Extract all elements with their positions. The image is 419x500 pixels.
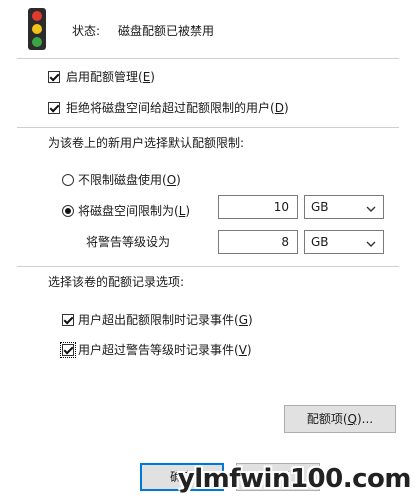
no-limit-label: 不限制磁盘使用( — [78, 173, 167, 187]
access-key: D — [274, 101, 284, 115]
traffic-light-icon — [27, 8, 47, 50]
no-limit-radio[interactable] — [62, 174, 74, 186]
divider — [17, 127, 399, 128]
limit-disk-radio[interactable] — [62, 205, 74, 217]
chevron-down-icon — [365, 200, 377, 212]
access-key: V — [238, 343, 247, 357]
limit-unit-value: GB — [311, 200, 329, 214]
access-key: G — [238, 313, 248, 327]
access-key: Q — [347, 412, 357, 426]
default-limit-heading: 为该卷上的新用户选择默认配额限制: — [48, 136, 245, 150]
log-over-limit-label: 用户超出配额限制时记录事件( — [78, 313, 239, 327]
deny-space-checkbox[interactable] — [48, 102, 60, 114]
limit-disk-label: 将磁盘空间限制为( — [78, 204, 179, 218]
status-label: 状态: — [72, 24, 101, 38]
warning-level-label: 将警告等级设为 — [86, 235, 171, 249]
warning-unit-value: GB — [311, 235, 329, 249]
chevron-down-icon — [365, 235, 377, 247]
warning-value-input[interactable]: 8 — [218, 230, 298, 254]
log-over-warning-checkbox[interactable] — [60, 342, 76, 358]
quota-entries-label: 配额项( — [306, 412, 348, 426]
enable-quota-checkbox[interactable] — [48, 71, 60, 83]
divider — [17, 58, 399, 59]
deny-space-label: 拒绝将磁盘空间给超过配额限制的用户( — [66, 101, 275, 115]
logging-heading: 选择该卷的配额记录选项: — [48, 275, 185, 289]
divider — [17, 266, 399, 267]
quota-entries-button[interactable]: 配额项(Q)... — [284, 405, 396, 433]
access-key: O — [166, 173, 177, 187]
enable-quota-label: 启用配额管理( — [66, 70, 143, 84]
status-value: 磁盘配额已被禁用 — [118, 24, 215, 38]
limit-value-input[interactable]: 10 — [218, 195, 298, 219]
log-over-limit-checkbox[interactable] — [62, 314, 74, 326]
limit-unit-select[interactable]: GB — [304, 195, 384, 219]
log-over-warning-label: 用户超过警告等级时记录事件( — [78, 343, 239, 357]
site-watermark: ylmfwin100.com — [177, 464, 412, 494]
warning-unit-select[interactable]: GB — [304, 230, 384, 254]
